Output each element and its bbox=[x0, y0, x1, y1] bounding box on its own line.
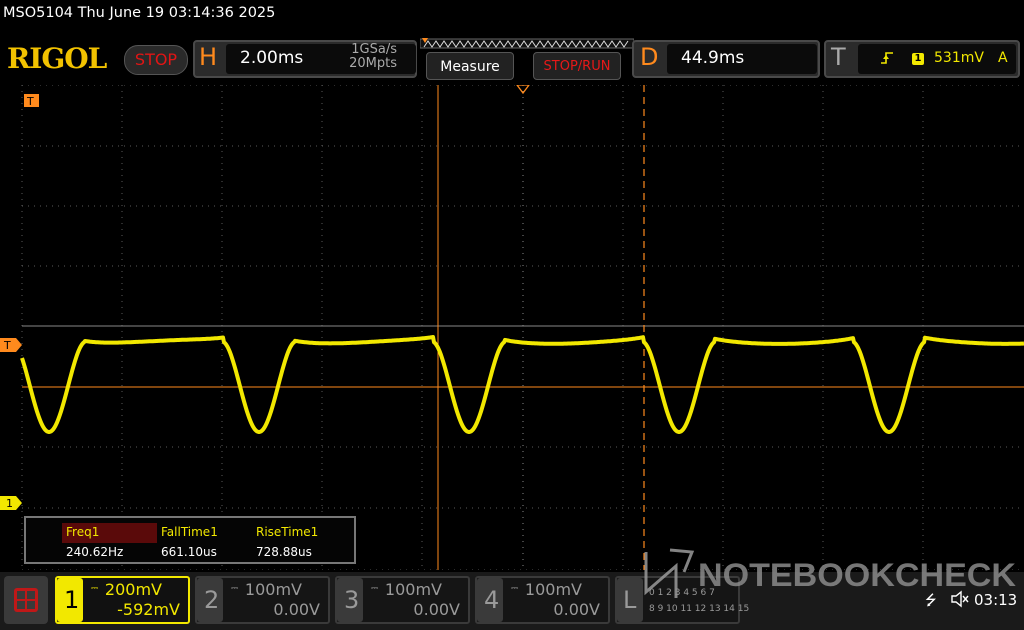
waveform-display[interactable]: T T 1 bbox=[0, 85, 1024, 570]
measure-button[interactable]: Measure bbox=[426, 52, 514, 80]
memory-depth: 20Mpts bbox=[349, 56, 397, 71]
ch1-offset: -592mV bbox=[117, 600, 180, 619]
dc-coupling-icon: ⎓ bbox=[91, 584, 99, 594]
ch3-scale: 100mV bbox=[384, 580, 442, 599]
rising-edge-icon bbox=[881, 52, 893, 64]
ch1-trace bbox=[20, 335, 1024, 434]
measurement-value: 728.88us bbox=[256, 545, 312, 559]
ch1-ground-marker[interactable]: 1 bbox=[0, 496, 22, 510]
ch1-ground-marker-label: 1 bbox=[6, 497, 13, 510]
main-menu-button[interactable] bbox=[4, 576, 48, 624]
dc-coupling-icon: ⎓ bbox=[511, 584, 519, 594]
measurement-name[interactable]: RiseTime1 bbox=[252, 523, 347, 543]
ch2-offset: 0.00V bbox=[273, 600, 320, 619]
delay-value: 44.9ms bbox=[681, 48, 745, 68]
notebookcheck-logo-icon bbox=[644, 548, 695, 598]
dc-coupling-icon: ⎓ bbox=[371, 584, 379, 594]
ch4-number: 4 bbox=[484, 586, 500, 614]
measurement-name[interactable]: Freq1 bbox=[62, 523, 157, 543]
logic-letter: L bbox=[623, 586, 637, 614]
trigger-top-marker-label: T bbox=[26, 95, 34, 108]
trigger-source-badge: 1 bbox=[912, 53, 924, 65]
ch3-offset: 0.00V bbox=[413, 600, 460, 619]
menu-grid-icon bbox=[14, 588, 38, 612]
horizontal-label: H bbox=[199, 43, 218, 71]
measurement-value: 240.62Hz bbox=[66, 545, 124, 559]
trigger-level-marker[interactable]: T bbox=[0, 338, 22, 352]
dc-coupling-icon: ⎓ bbox=[231, 584, 239, 594]
measurement-name[interactable]: FallTime1 bbox=[157, 523, 252, 543]
trigger-level: 531mV bbox=[934, 50, 984, 66]
watermark-text: NOTEBOOKCHECK bbox=[698, 557, 1016, 593]
ch2-scale: 100mV bbox=[244, 580, 302, 599]
trigger-mode: A bbox=[998, 50, 1008, 66]
status-clock: 03:13 bbox=[974, 591, 1018, 609]
delay-label: D bbox=[640, 43, 659, 71]
usb-icon: ⭍ bbox=[925, 593, 937, 609]
ch3-number: 3 bbox=[344, 586, 360, 614]
ch4-scale: 100mV bbox=[524, 580, 582, 599]
ch2-number: 2 bbox=[204, 586, 220, 614]
trigger-label: T bbox=[831, 43, 846, 71]
measurement-value: 661.10us bbox=[161, 545, 217, 559]
logic-channels-high: 8 9 10 11 12 13 14 15 bbox=[649, 604, 750, 614]
speaker-muted-icon[interactable] bbox=[950, 590, 970, 608]
trigger-level-marker-label: T bbox=[3, 339, 11, 352]
window-title: MSO5104 Thu June 19 03:14:36 2025 bbox=[3, 5, 276, 21]
ch1-scale: 200mV bbox=[104, 580, 162, 599]
ch4-offset: 0.00V bbox=[553, 600, 600, 619]
sample-rate: 1GSa/s bbox=[351, 42, 397, 57]
run-state-badge[interactable]: STOP bbox=[124, 45, 188, 75]
brand-logo: RIGOL bbox=[7, 42, 107, 75]
trigger-top-marker[interactable]: T bbox=[24, 94, 39, 108]
horizontal-scale: 2.00ms bbox=[240, 48, 304, 68]
memory-position-bar bbox=[420, 38, 634, 49]
ch1-number: 1 bbox=[64, 586, 80, 614]
stop-run-button[interactable]: STOP/RUN bbox=[533, 52, 621, 80]
